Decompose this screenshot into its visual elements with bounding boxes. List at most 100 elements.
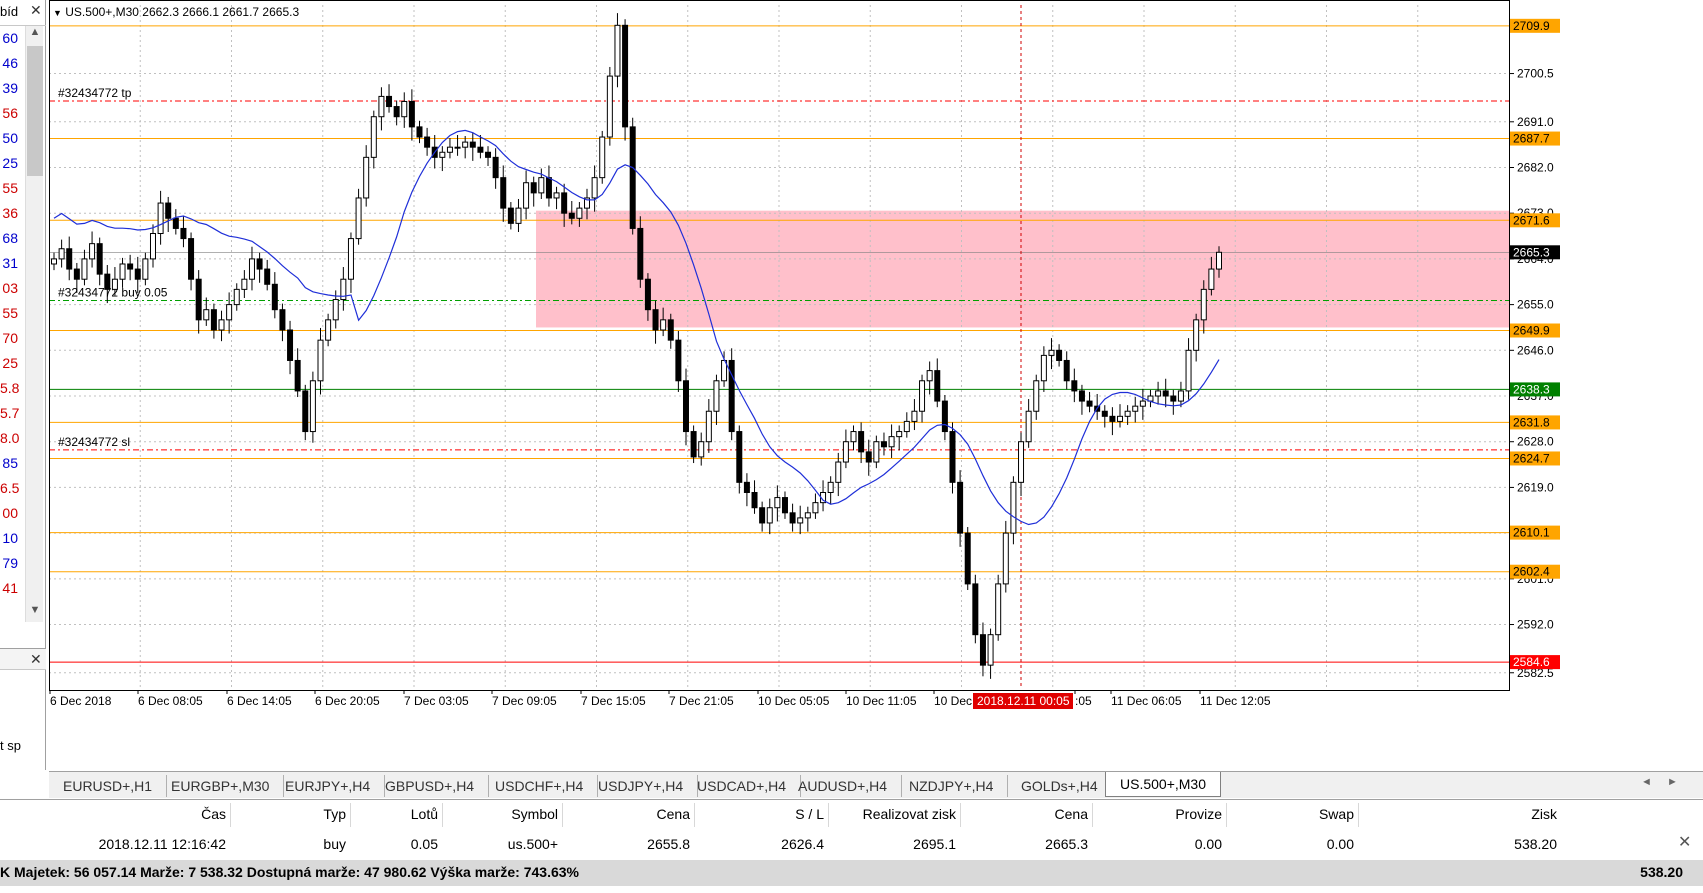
bear-candle bbox=[477, 146, 484, 153]
market-watch-bid-cell[interactable]: 39 bbox=[0, 76, 20, 101]
bear-candle bbox=[180, 227, 187, 240]
chart-tab[interactable]: USDCHF+,H4 bbox=[481, 775, 599, 797]
column-header[interactable]: Čas bbox=[201, 806, 226, 822]
market-watch-bid-cell[interactable]: 00 bbox=[0, 501, 20, 526]
bear-candle bbox=[751, 491, 758, 509]
close-icon[interactable]: ✕ bbox=[30, 651, 42, 668]
market-watch-bid-cell[interactable]: 70 bbox=[0, 326, 20, 351]
chart-tab[interactable]: US.500+,M30 bbox=[1105, 772, 1221, 797]
y-tick-label: 2628.0 bbox=[1517, 435, 1554, 449]
tab-scroll-right-icon[interactable]: ► bbox=[1667, 776, 1678, 788]
chart-tab[interactable]: GOLDs+,H4 bbox=[1007, 775, 1113, 797]
bear-candle bbox=[485, 151, 492, 158]
market-watch-bid-cell[interactable]: 85 bbox=[0, 451, 20, 476]
trade-cell: 0.00 bbox=[1326, 836, 1354, 852]
column-divider[interactable] bbox=[350, 803, 351, 827]
column-header[interactable]: Realizovat zisk bbox=[863, 806, 956, 822]
market-watch-bid-cell[interactable]: 25 bbox=[0, 351, 20, 376]
bull-candle bbox=[1200, 288, 1207, 321]
bear-candle bbox=[675, 339, 682, 382]
bull-candle bbox=[606, 75, 613, 138]
column-divider[interactable] bbox=[1358, 803, 1359, 827]
bull-candle bbox=[812, 502, 819, 514]
close-icon[interactable]: ✕ bbox=[30, 2, 42, 19]
trade-cell: 2695.1 bbox=[913, 836, 956, 852]
bull-candle bbox=[523, 182, 530, 209]
market-watch-bid-cell[interactable]: 56 bbox=[0, 101, 20, 126]
market-watch-scrollbar[interactable]: ▲ ▼ bbox=[25, 26, 43, 622]
bull-candle bbox=[363, 156, 370, 199]
market-watch-bid-cell[interactable]: 6.5 bbox=[0, 476, 20, 501]
chart-canvas[interactable]: #32434772 tp#32434772 buy 0.05#32434772 … bbox=[49, 0, 1703, 770]
column-header[interactable]: Provize bbox=[1175, 806, 1222, 822]
scroll-down-icon[interactable]: ▼ bbox=[26, 604, 44, 622]
market-watch-bid-cell[interactable]: 50 bbox=[0, 126, 20, 151]
scrollbar-thumb[interactable] bbox=[27, 46, 43, 176]
market-watch-bid-cell[interactable]: 5.8 bbox=[0, 376, 20, 401]
chart-tab[interactable]: EURJPY+,H4 bbox=[271, 775, 386, 797]
close-position-icon[interactable]: ✕ bbox=[1678, 832, 1691, 852]
market-watch-bid-cell[interactable]: 10 bbox=[0, 526, 20, 551]
column-divider[interactable] bbox=[442, 803, 443, 827]
column-divider[interactable] bbox=[960, 803, 961, 827]
column-divider[interactable] bbox=[230, 803, 231, 827]
market-watch-bid-cell[interactable]: 31 bbox=[0, 251, 20, 276]
chart-title: US.500+,M30 2662.3 2666.1 2661.7 2665.3 bbox=[65, 5, 300, 19]
bear-candle bbox=[622, 24, 629, 128]
x-tick-label: 6 Dec 20:05 bbox=[315, 694, 380, 708]
column-header[interactable]: Typ bbox=[323, 806, 346, 822]
chart-tab[interactable]: USDJPY+,H4 bbox=[584, 775, 699, 797]
chart-collapse-icon[interactable]: ▼ bbox=[53, 8, 62, 18]
tab-scroll-left-icon[interactable]: ◄ bbox=[1641, 776, 1652, 788]
bear-candle bbox=[690, 431, 697, 458]
bear-candle bbox=[195, 278, 202, 321]
market-watch-bid-cell[interactable]: 5.7 bbox=[0, 401, 20, 426]
bear-candle bbox=[934, 370, 941, 402]
column-header[interactable]: S / L bbox=[795, 806, 824, 822]
market-watch-bid-cell[interactable]: 03 bbox=[0, 276, 20, 301]
column-header[interactable]: Lotů bbox=[411, 806, 438, 822]
bull-candle bbox=[842, 441, 849, 463]
market-watch-bid-cell[interactable]: 60 bbox=[0, 26, 20, 51]
column-divider[interactable] bbox=[694, 803, 695, 827]
x-tick-label: :05 bbox=[1075, 694, 1092, 708]
column-divider[interactable] bbox=[828, 803, 829, 827]
market-watch-column-header: bíd bbox=[0, 4, 19, 19]
column-header[interactable]: Cena bbox=[1055, 806, 1088, 822]
market-watch-bid-cell[interactable]: 68 bbox=[0, 226, 20, 251]
market-watch-bid-cell[interactable]: 8.0 bbox=[0, 426, 20, 451]
column-header[interactable]: Zisk bbox=[1531, 806, 1557, 822]
bear-candle bbox=[66, 248, 73, 270]
column-divider[interactable] bbox=[562, 803, 563, 827]
x-tick-label: 7 Dec 09:05 bbox=[492, 694, 557, 708]
x-tick-label: 7 Dec 15:05 bbox=[581, 694, 646, 708]
market-watch-bid-cell[interactable]: 41 bbox=[0, 576, 20, 601]
bear-candle bbox=[880, 441, 887, 448]
column-header[interactable]: Symbol bbox=[511, 806, 558, 822]
scroll-up-icon[interactable]: ▲ bbox=[26, 26, 44, 44]
bull-candle bbox=[1018, 441, 1025, 483]
market-watch-bid-cell[interactable]: 55 bbox=[0, 301, 20, 326]
supply-zone bbox=[536, 210, 1509, 328]
chart-tab[interactable]: AUDUSD+,H4 bbox=[784, 775, 903, 797]
market-watch-bid-cell[interactable]: 55 bbox=[0, 176, 20, 201]
bear-candle bbox=[386, 95, 393, 108]
x-tick-label: 11 Dec 06:05 bbox=[1111, 694, 1182, 708]
bull-candle bbox=[317, 339, 324, 382]
chart-tab[interactable]: EURGBP+,M30 bbox=[157, 775, 285, 797]
navigator-item[interactable]: t sp bbox=[0, 738, 21, 753]
price-chart[interactable]: #32434772 tp #32434772 buy 0.05 #32434772 … bbox=[49, 0, 1703, 770]
column-divider[interactable] bbox=[1226, 803, 1227, 827]
bull-candle bbox=[614, 24, 621, 77]
column-divider[interactable] bbox=[1092, 803, 1093, 827]
market-watch-bid-cell[interactable]: 46 bbox=[0, 51, 20, 76]
column-header[interactable]: Cena bbox=[657, 806, 690, 822]
market-watch-bid-cell[interactable]: 25 bbox=[0, 151, 20, 176]
chart-tab[interactable]: GBPUSD+,H4 bbox=[371, 775, 490, 797]
market-watch-header: bíd ✕ bbox=[0, 0, 46, 26]
column-header[interactable]: Swap bbox=[1319, 806, 1354, 822]
market-watch-bid-cell[interactable]: 36 bbox=[0, 201, 20, 226]
chart-tab[interactable]: EURUSD+,H1 bbox=[49, 775, 168, 797]
chart-tab[interactable]: NZDJPY+,H4 bbox=[895, 775, 1009, 797]
market-watch-bid-cell[interactable]: 79 bbox=[0, 551, 20, 576]
